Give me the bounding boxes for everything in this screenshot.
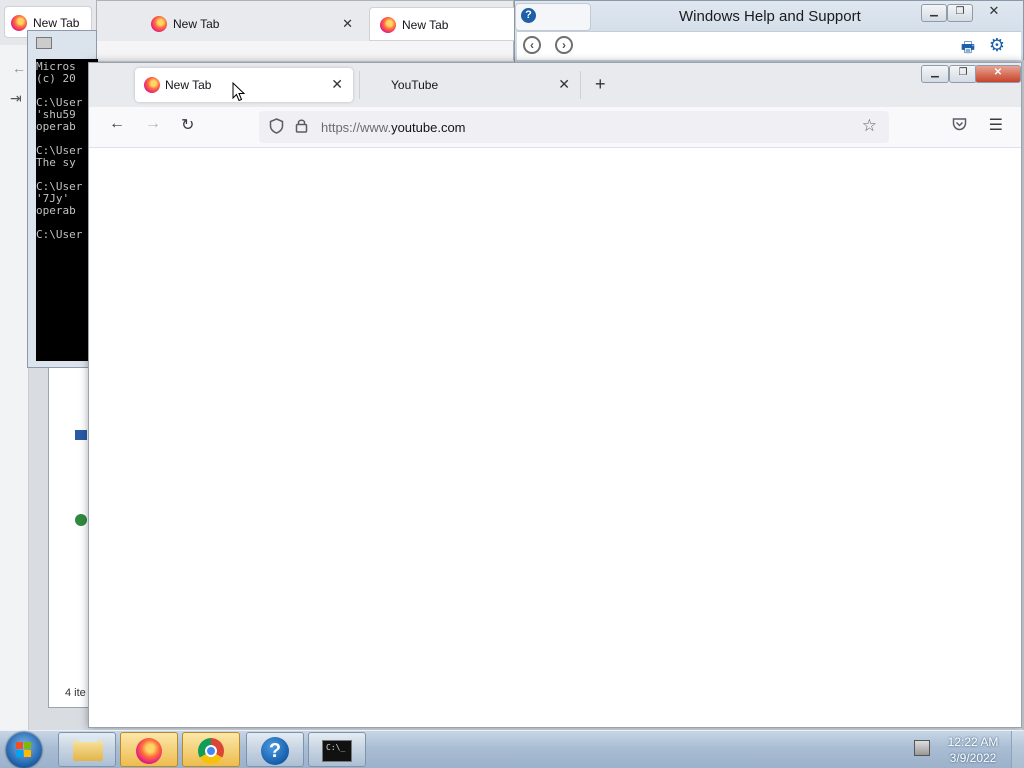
bookmark-star-icon[interactable]: ☆: [862, 116, 877, 136]
maximize-button[interactable]: ❐: [947, 4, 973, 22]
close-tab-icon[interactable]: ✕: [558, 76, 570, 93]
firefox-logo-icon: [136, 738, 162, 764]
taskbar: ? C:\_ 12:22 AM 3/9/2022: [0, 730, 1024, 768]
background-tab-title: New Tab: [33, 16, 80, 30]
background-tab-2[interactable]: New Tab: [369, 7, 519, 41]
background-toolbar: [97, 41, 513, 61]
main-firefox-window: New Tab ✕ YouTube ✕ + ▁ ❐ ✕ ← → ↻ https:…: [88, 62, 1022, 728]
back-button[interactable]: ←: [109, 115, 125, 133]
globe-icon[interactable]: [75, 514, 87, 526]
taskbar-chrome-button[interactable]: [182, 732, 240, 767]
explorer-window: 4 ite: [48, 368, 92, 708]
back-circle-icon[interactable]: ‹: [523, 36, 541, 54]
address-bar[interactable]: https://www.youtube.com ☆: [259, 111, 889, 143]
shield-icon[interactable]: [269, 118, 284, 138]
command-prompt-icon: C:\_: [322, 740, 352, 762]
close-tab-icon[interactable]: ✕: [342, 16, 353, 32]
start-button[interactable]: [6, 732, 42, 768]
background-sidebar-strip: ← ⇥: [0, 45, 29, 745]
background-tab-1[interactable]: New Tab ✕: [141, 7, 363, 41]
firefox-logo-icon: [11, 15, 27, 31]
help-toolbar: ‹ › 🖶 ⚙: [517, 31, 1021, 60]
maximize-button[interactable]: ❐: [949, 65, 977, 83]
background-firefox-window-2: New Tab ✕ New Tab: [96, 0, 519, 61]
forward-button[interactable]: →: [145, 115, 161, 133]
console-icon: [36, 37, 52, 49]
network-icon[interactable]: [75, 430, 87, 440]
tab-title: New Tab: [165, 78, 212, 92]
taskbar-help-button[interactable]: ?: [246, 732, 304, 767]
url-text[interactable]: https://www.youtube.com: [321, 120, 466, 135]
help-and-support-window: ? Windows Help and Support ▁ ❐ ✕ ‹ › 🖶 ⚙: [514, 0, 1024, 66]
windows-logo-icon: [16, 742, 32, 758]
page-content[interactable]: [89, 148, 1021, 727]
pocket-icon[interactable]: [952, 117, 967, 134]
url-host: youtube.com: [391, 120, 466, 135]
help-icon: ?: [521, 8, 536, 23]
forward-circle-icon[interactable]: ›: [555, 36, 573, 54]
new-tab-button[interactable]: +: [595, 74, 606, 95]
tab-title: New Tab: [173, 17, 220, 31]
gear-icon[interactable]: ⚙: [989, 35, 1005, 56]
url-scheme: https://www.: [321, 120, 392, 135]
reload-button[interactable]: ↻: [181, 115, 194, 135]
minimize-button[interactable]: ▁: [921, 4, 947, 22]
tab-youtube[interactable]: YouTube ✕: [359, 71, 581, 99]
show-desktop-button[interactable]: [1011, 731, 1024, 768]
mouse-cursor-icon: [232, 81, 246, 102]
tab-bar: New Tab ✕ YouTube ✕ + ▁ ❐ ✕: [89, 63, 1021, 107]
tab-title: New Tab: [402, 18, 449, 32]
lock-icon[interactable]: [295, 118, 308, 136]
network-tray-icon[interactable]: [914, 740, 930, 756]
firefox-logo-icon: [380, 17, 396, 33]
close-button[interactable]: ✕: [981, 4, 1007, 20]
exit-icon: ⇥: [10, 90, 22, 106]
help-icon: ?: [261, 737, 289, 765]
chrome-logo-icon: [198, 738, 224, 764]
minimize-button[interactable]: ▁: [921, 65, 949, 83]
taskbar-cmd-button[interactable]: C:\_: [308, 732, 366, 767]
hamburger-menu-icon[interactable]: ☰: [989, 115, 1003, 135]
print-icon[interactable]: 🖶: [961, 37, 975, 62]
cmd-icon-text: C:\_: [326, 743, 346, 752]
navigation-toolbar: ← → ↻ https://www.youtube.com ☆ ☰: [89, 107, 1021, 148]
firefox-logo-icon: [151, 16, 167, 32]
status-bar-text: 4 ite: [65, 687, 86, 699]
clock-date: 3/9/2022: [949, 751, 997, 765]
taskbar-explorer-button[interactable]: [58, 732, 116, 767]
window-title: Windows Help and Support: [679, 8, 861, 25]
system-clock[interactable]: 12:22 AM 3/9/2022: [938, 734, 1008, 766]
taskbar-firefox-button[interactable]: [120, 732, 178, 767]
firefox-logo-icon: [144, 77, 160, 93]
folder-icon: [73, 738, 103, 761]
close-button[interactable]: ✕: [975, 65, 1021, 83]
close-tab-icon[interactable]: ✕: [331, 76, 343, 93]
command-prompt-window: Micros (c) 20 C:\User 'shu59 operab C:\U…: [27, 30, 98, 368]
back-arrow-icon: ←: [12, 60, 26, 76]
clock-time: 12:22 AM: [947, 735, 999, 749]
tab-title: YouTube: [391, 78, 439, 92]
